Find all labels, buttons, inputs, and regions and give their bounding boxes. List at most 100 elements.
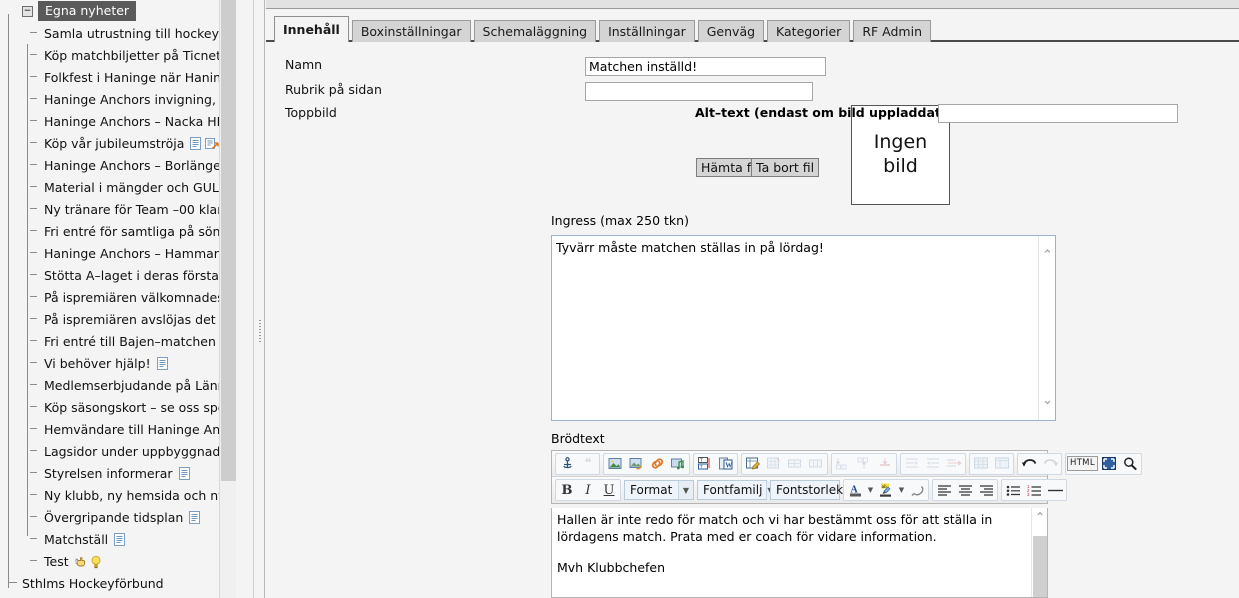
tree-item[interactable]: Samla utrustning till hockeyloppis 1 <box>0 22 236 44</box>
bold-button[interactable]: B <box>557 481 577 499</box>
html-source-button[interactable]: HTML <box>1067 456 1098 471</box>
tree-item-label: Lagsidor under uppbyggnad <box>44 443 221 459</box>
tree-item[interactable]: På ispremiären avslöjas det senaste <box>0 308 236 330</box>
tree-item[interactable]: Hemvändare till Haninge Anchors <box>0 418 236 440</box>
namn-input[interactable] <box>585 57 826 76</box>
tree-item[interactable]: Ny tränare för Team –00 klar <box>0 198 236 220</box>
undo-icon[interactable] <box>1019 455 1039 473</box>
scroll-up-icon[interactable]: ⌃ <box>1034 511 1046 523</box>
text-template-icon[interactable]: TT <box>695 455 715 473</box>
brodtext-scrollbar[interactable]: ⌃ <box>1031 508 1047 597</box>
tree-item[interactable]: Folkfest i Haninge när Haninge Ancl <box>0 66 236 88</box>
hand-icon[interactable] <box>75 555 87 568</box>
tree-item[interactable]: Styrelsen informerar <box>0 462 236 484</box>
tree-scrollbar-thumb[interactable] <box>221 0 236 481</box>
collapse-toggle-icon[interactable]: − <box>22 5 33 17</box>
insert-media-icon[interactable] <box>668 455 688 473</box>
fullscreen-icon[interactable] <box>1099 455 1119 473</box>
fontsize-select[interactable]: Fontstorlek ▼ <box>770 480 855 500</box>
highlight-color-chevron-icon[interactable]: ▼ <box>897 481 906 499</box>
fontfamily-select[interactable]: Fontfamilj ▼ <box>697 480 774 500</box>
tree-item[interactable]: Köp säsongskort – se oss spela! <box>0 396 236 418</box>
align-right-icon[interactable] <box>976 481 996 499</box>
scroll-down-icon[interactable]: ⌄ <box>1042 394 1053 407</box>
external-link-icon[interactable] <box>205 137 220 150</box>
bullet-list-icon[interactable] <box>1003 481 1023 499</box>
lightbulb-icon[interactable] <box>90 555 102 568</box>
format-select[interactable]: Format ▼ <box>624 480 694 500</box>
pane-splitter[interactable] <box>253 0 265 598</box>
tree-vertical-scrollbar[interactable] <box>219 0 236 598</box>
tree-item[interactable]: Lagsidor under uppbyggnad <box>0 440 236 462</box>
align-left-icon[interactable] <box>934 481 954 499</box>
tab-schemaläggning[interactable]: Schemaläggning <box>473 20 597 42</box>
italic-button[interactable]: I <box>578 481 598 499</box>
tree-item[interactable]: Vi behöver hjälp! <box>0 352 236 374</box>
tab-rf-admin[interactable]: RF Admin <box>853 20 931 42</box>
tree-item[interactable]: Matchställ <box>0 528 236 550</box>
tree-item[interactable]: Fri entré till Bajen–matchen med sä <box>0 330 236 352</box>
remove-format-eraser-icon[interactable] <box>907 481 927 499</box>
tab-genväg[interactable]: Genväg <box>697 20 765 42</box>
tree-item[interactable]: Övergripande tidsplan <box>0 506 236 528</box>
underline-button[interactable]: U <box>599 481 619 499</box>
tree-item[interactable]: Köp matchbiljetter på Ticnet! <box>0 44 236 66</box>
ingress-scrollbar[interactable]: ⌃ ⌄ <box>1038 236 1055 420</box>
text-color-icon[interactable]: A <box>845 481 865 499</box>
tree-item[interactable]: På ispremiären välkomnades Tim Er <box>0 286 236 308</box>
tab-boxinställningar[interactable]: Boxinställningar <box>351 20 471 42</box>
paste-from-word-icon[interactable]: W <box>716 455 736 473</box>
number-list-icon[interactable]: 123 <box>1024 481 1044 499</box>
tree-item[interactable]: Haninge Anchors – Hammarby Hock <box>0 242 236 264</box>
brodtext-editor-area[interactable]: Hallen är inte redo för match och vi har… <box>551 508 1048 598</box>
doc-icon[interactable] <box>114 532 126 546</box>
horizontal-rule-icon[interactable] <box>1045 481 1065 499</box>
rubrik-input[interactable] <box>585 82 813 101</box>
tree-item[interactable]: Medlemserbjudande på Länna Sport <box>0 374 236 396</box>
tree-branch-dash <box>30 472 37 473</box>
tree-item[interactable]: Köp vår jubileumströja <box>0 132 236 154</box>
insert-image-icon[interactable] <box>605 455 625 473</box>
tree-item[interactable]: Haninge Anchors – Borlänge HF 2–1 <box>0 154 236 176</box>
tab-kategorier[interactable]: Kategorier <box>767 20 851 42</box>
tree-root-node[interactable]: − Egna nyheter <box>0 0 236 22</box>
toolbar-group-insert-basic: ❝ <box>555 452 600 475</box>
tree-branch-dash <box>30 120 37 121</box>
tree-node-sthlms-hockeyforbund[interactable]: Sthlms Hockeyförbund <box>0 572 236 594</box>
tree-item-icons <box>178 466 191 480</box>
search-icon[interactable] <box>1120 455 1140 473</box>
tree-branch-dash <box>30 318 37 319</box>
chevron-down-icon[interactable]: ▼ <box>678 481 693 499</box>
anchor-icon[interactable] <box>557 455 577 473</box>
doc-icon[interactable] <box>190 136 202 150</box>
brodtext-scrollbar-thumb[interactable] <box>1033 536 1047 597</box>
doc-icon[interactable] <box>189 510 201 524</box>
splitter-grip-icon[interactable] <box>259 320 261 342</box>
tree-root-label[interactable]: Egna nyheter <box>38 1 137 21</box>
edit-table-icon[interactable] <box>743 455 763 473</box>
tree-item[interactable]: Test <box>0 550 236 572</box>
text-color-chevron-icon[interactable]: ▼ <box>866 481 875 499</box>
align-center-icon[interactable] <box>955 481 975 499</box>
edit-image-icon[interactable] <box>626 455 646 473</box>
ingress-textarea[interactable]: Tyvärr måste matchen ställas in på lörda… <box>551 235 1056 421</box>
insert-link-icon[interactable] <box>647 455 667 473</box>
alt-text-input[interactable] <box>938 104 1178 123</box>
doc-icon[interactable] <box>178 466 191 480</box>
fontsize-select-value: Fontstorlek <box>776 483 844 497</box>
doc-icon[interactable] <box>156 356 169 370</box>
tree-item[interactable]: Ny klubb, ny hemsida och ny styrels <box>0 484 236 506</box>
brodtext-spacer <box>557 546 1012 560</box>
content-pane: Innehåll Boxinställningar Schemaläggning In… <box>266 0 1239 598</box>
highlight-color-icon[interactable]: ab <box>876 481 896 499</box>
scroll-up-icon[interactable]: ⌃ <box>1042 249 1053 262</box>
tree-branch-dash <box>30 560 37 561</box>
tree-item[interactable]: Material i mängder och GULD i helg <box>0 176 236 198</box>
ta-bort-fil-button[interactable]: Ta bort fil <box>751 158 820 177</box>
tree-item[interactable]: Haninge Anchors invigning, nu på le <box>0 88 236 110</box>
tree-item[interactable]: Stötta A–laget i deras första utmani <box>0 264 236 286</box>
tab-inställningar[interactable]: Inställningar <box>599 20 695 42</box>
tree-item[interactable]: Haninge Anchors – Nacka HK 4–3 <box>0 110 236 132</box>
tab-innehåll[interactable]: Innehåll <box>274 16 349 42</box>
tree-item[interactable]: Fri entré för samtliga på söndag 25 <box>0 220 236 242</box>
